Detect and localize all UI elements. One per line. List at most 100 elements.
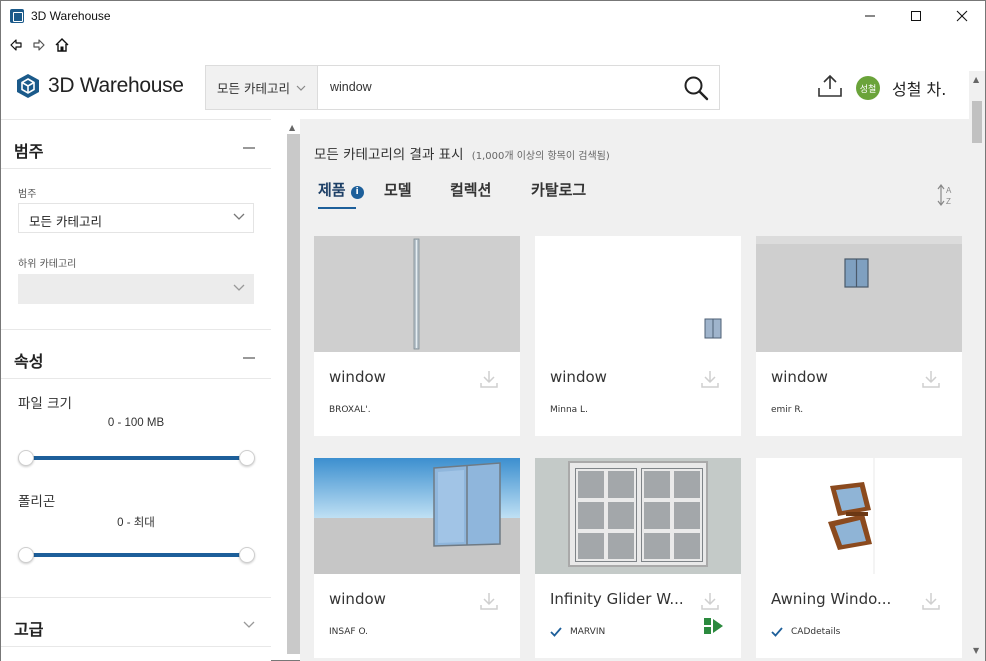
model-name[interactable]: Awning Windo...	[771, 590, 921, 608]
download-button[interactable]	[479, 369, 499, 393]
subcategory-select[interactable]	[18, 274, 254, 304]
tab-collections[interactable]: 컬렉션	[450, 179, 491, 200]
page-scrollbar[interactable]: ▲ ▼	[969, 71, 985, 661]
chevron-down-icon	[296, 85, 306, 91]
tab-models[interactable]: 모델	[384, 179, 412, 200]
forward-arrow-icon	[33, 39, 45, 51]
download-button[interactable]	[700, 591, 720, 615]
model-thumbnail[interactable]	[535, 458, 741, 574]
properties-section-title: 속성	[14, 352, 44, 371]
divider	[1, 119, 271, 120]
upload-button[interactable]	[817, 74, 843, 102]
polygons-max-handle[interactable]	[239, 547, 255, 563]
sort-button[interactable]: A Z	[936, 183, 956, 211]
svg-text:A: A	[946, 186, 952, 195]
download-button[interactable]	[921, 591, 941, 615]
divider	[1, 329, 271, 330]
results-title: 모든 카테고리의 결과 표시	[314, 147, 464, 163]
divider	[1, 168, 271, 169]
model-author[interactable]: MARVIN	[570, 627, 605, 637]
model-author[interactable]: BROXAL'.	[329, 405, 371, 415]
model-thumbnail[interactable]	[535, 236, 741, 352]
file-size-max-handle[interactable]	[239, 450, 255, 466]
model-card[interactable]: window INSAF O.	[314, 458, 520, 658]
verified-check-icon	[771, 627, 783, 637]
tab-catalogs[interactable]: 카탈로그	[531, 179, 586, 200]
model-author[interactable]: Minna L.	[550, 405, 588, 415]
chevron-down-icon[interactable]	[243, 621, 255, 629]
model-card[interactable]: window emir R.	[756, 236, 962, 436]
forward-button[interactable]	[30, 36, 48, 54]
minimize-button[interactable]	[847, 1, 893, 31]
tab-products[interactable]: 제품 i	[318, 179, 364, 209]
search-input[interactable]: window	[330, 80, 372, 94]
download-button[interactable]	[479, 591, 499, 615]
close-button[interactable]	[939, 1, 985, 31]
search-button[interactable]	[683, 75, 709, 105]
back-arrow-icon	[10, 39, 22, 51]
file-size-min-handle[interactable]	[18, 450, 34, 466]
results-heading: 모든 카테고리의 결과 표시 (1,000개 이상의 항목이 검색됨)	[314, 143, 610, 163]
download-icon	[480, 593, 498, 610]
search-category-dropdown[interactable]: 모든 카테고리	[206, 66, 318, 109]
svg-text:Z: Z	[946, 197, 951, 206]
model-card[interactable]: Infinity Glider W... MARVIN	[535, 458, 741, 658]
model-thumbnail[interactable]	[756, 236, 962, 352]
model-author[interactable]: INSAF O.	[329, 627, 368, 637]
polygons-min-handle[interactable]	[18, 547, 34, 563]
model-author[interactable]: emir R.	[771, 405, 803, 415]
model-thumbnail[interactable]	[314, 236, 520, 352]
verified-check-icon	[550, 627, 562, 637]
category-select[interactable]: 모든 카테고리	[18, 203, 254, 233]
maximize-button[interactable]	[893, 1, 939, 31]
model-card[interactable]: Awning Windo... CADdetails	[756, 458, 962, 658]
back-button[interactable]	[7, 36, 25, 54]
info-icon[interactable]: i	[350, 186, 364, 199]
download-button[interactable]	[921, 369, 941, 393]
window-title: 3D Warehouse	[31, 9, 111, 23]
panel-splitter[interactable]	[287, 134, 300, 654]
scroll-down-arrow-icon[interactable]: ▼	[973, 646, 979, 655]
scroll-up-arrow-icon[interactable]: ▲	[973, 75, 979, 84]
model-name[interactable]: window	[550, 368, 700, 386]
model-name[interactable]: Infinity Glider W...	[550, 590, 700, 608]
close-icon	[956, 10, 968, 22]
model-author[interactable]: CADdetails	[791, 627, 840, 637]
results-panel: 모든 카테고리의 결과 표시 (1,000개 이상의 항목이 검색됨) 제품 i …	[300, 119, 969, 661]
logo[interactable]: 3D Warehouse	[16, 73, 184, 99]
app-window: 3D Warehouse 3D Warehouse 모든 카테고리 window…	[0, 0, 986, 661]
username[interactable]: 성철 차.	[892, 76, 946, 100]
collapse-icon[interactable]	[243, 357, 255, 359]
results-count: (1,000개 이상의 항목이 검색됨)	[471, 151, 610, 162]
scrollbar-thumb[interactable]	[972, 101, 982, 143]
file-size-slider-track[interactable]	[26, 456, 248, 460]
collapse-icon[interactable]	[243, 147, 255, 149]
scroll-up-arrow-icon[interactable]: ▲	[289, 123, 295, 132]
download-icon	[922, 593, 940, 610]
home-button[interactable]	[53, 36, 71, 54]
download-icon	[480, 371, 498, 388]
site-header: 3D Warehouse 모든 카테고리 window 성철 성철 차.	[1, 59, 985, 119]
advanced-section-title: 고급	[14, 620, 44, 639]
file-size-range: 0 - 100 MB	[107, 417, 165, 429]
model-name[interactable]: window	[771, 368, 921, 386]
model-name[interactable]: window	[329, 368, 479, 386]
polygons-slider-track[interactable]	[26, 553, 248, 557]
model-name[interactable]: window	[329, 590, 479, 608]
model-card[interactable]: window Minna L.	[535, 236, 741, 436]
nav-bar	[1, 31, 985, 59]
search-icon	[684, 76, 709, 101]
sketchup-icon	[10, 9, 24, 23]
download-button[interactable]	[700, 369, 720, 393]
title-bar: 3D Warehouse	[1, 1, 985, 31]
avatar[interactable]: 성철	[856, 76, 880, 100]
model-thumbnail[interactable]	[314, 458, 520, 574]
model-card[interactable]: window BROXAL'.	[314, 236, 520, 436]
polygons-label: 폴리곤	[18, 494, 56, 510]
category-label: 범주	[18, 189, 37, 200]
subcategory-label: 하위 카테고리	[18, 259, 77, 270]
model-thumbnail[interactable]	[756, 458, 962, 574]
download-icon	[922, 371, 940, 388]
download-icon	[701, 593, 719, 610]
category-select-value: 모든 카테고리	[29, 214, 102, 229]
